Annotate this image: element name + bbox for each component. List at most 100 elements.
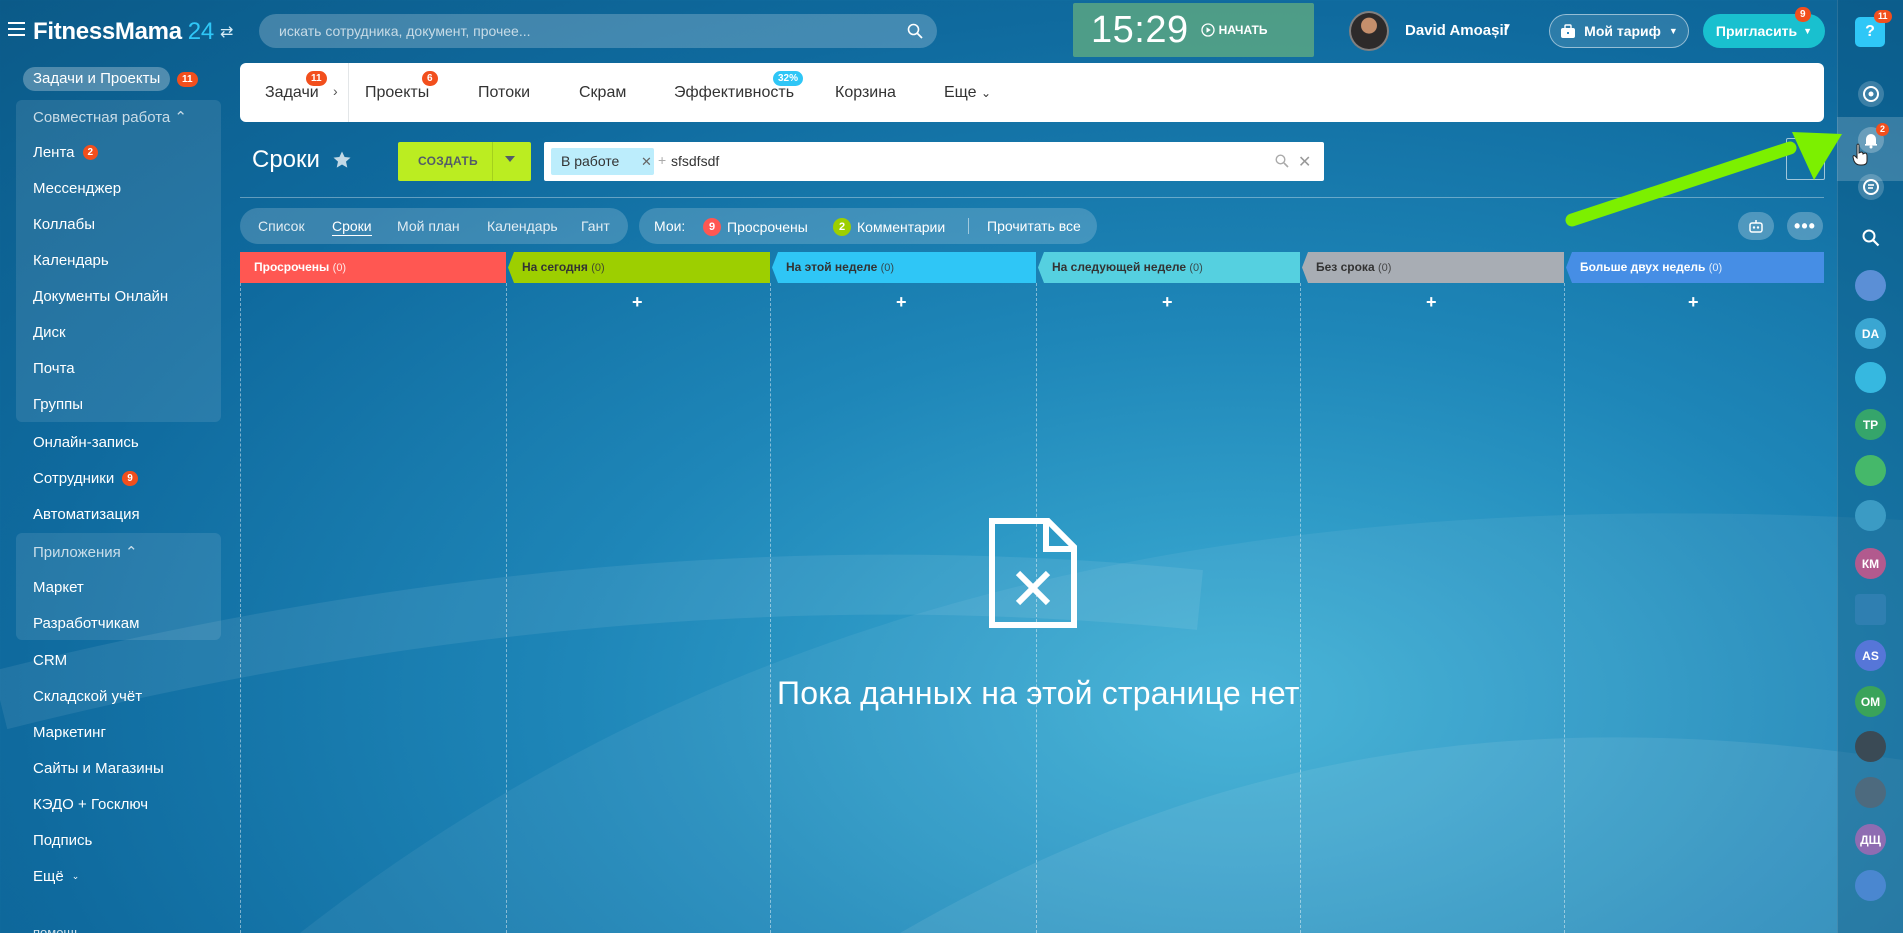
logo[interactable]: FitnessMama 24 [33, 18, 214, 46]
search-icon[interactable] [1862, 229, 1880, 247]
tab-more[interactable]: Еще ⌄ [944, 84, 991, 102]
chat-avatar[interactable] [1855, 777, 1886, 808]
sidebar-item-crm[interactable]: CRM [33, 652, 67, 669]
play-icon [1200, 23, 1215, 37]
sidebar-item-mail[interactable]: Почта [33, 360, 75, 377]
projects-tab-badge: 6 [422, 71, 438, 86]
chat-avatar[interactable] [1855, 731, 1886, 762]
chat-avatar[interactable] [1855, 270, 1886, 301]
dropdown-arrow-icon[interactable] [505, 156, 515, 164]
column-this-week[interactable]: На этой неделе (0) [772, 252, 1036, 283]
add-task-no-deadline-button[interactable]: + [1426, 292, 1437, 313]
sidebar-item-developers[interactable]: Разработчикам [33, 615, 139, 632]
column-overdue[interactable]: Просрочены (0) [240, 252, 506, 283]
global-search[interactable] [259, 14, 937, 48]
close-icon[interactable]: ✕ [641, 148, 652, 175]
chat-avatar[interactable]: ОМ [1855, 686, 1886, 717]
column-no-deadline[interactable]: Без срока (0) [1302, 252, 1564, 283]
tab-scrum[interactable]: Скрам [579, 84, 626, 102]
column-divider [506, 283, 507, 933]
sidebar-item-marketing[interactable]: Маркетинг [33, 724, 106, 741]
filter-search-box[interactable]: В работе ✕ + sfsdfsdf ✕ [544, 142, 1324, 181]
chevron-up-icon: ⌃ [124, 544, 138, 561]
activity-icon[interactable] [1856, 79, 1886, 109]
view-list[interactable]: Список [258, 218, 305, 234]
create-button[interactable]: СОЗДАТЬ [398, 142, 531, 181]
sidebar-item-collabs[interactable]: Коллабы [33, 216, 95, 233]
sidebar-help[interactable]: помощь [33, 925, 81, 933]
tasks-chat-avatar[interactable] [1855, 594, 1886, 625]
sidebar-item-sites-shops[interactable]: Сайты и Магазины [33, 760, 164, 777]
clear-icon[interactable]: ✕ [1298, 152, 1311, 172]
sidebar-item-feed[interactable]: Лента 2 [33, 144, 99, 161]
counters-label: Мои: [654, 218, 686, 234]
sidebar-item-tasks-projects[interactable]: Задачи и Проекты [23, 67, 171, 91]
add-icon[interactable]: + [658, 152, 666, 168]
counter-comments[interactable]: 2 Комментарии [833, 218, 945, 236]
tasks-top-navigation: Задачи 11 › Проекты 6 Потоки Скрам Эффек… [240, 63, 1824, 122]
chat-icon[interactable] [1856, 172, 1886, 202]
view-calendar[interactable]: Календарь [487, 218, 558, 234]
chat-avatar[interactable] [1855, 870, 1886, 901]
chat-avatar[interactable]: DA [1855, 318, 1886, 349]
chat-avatar[interactable]: КМ [1855, 548, 1886, 579]
tab-trash[interactable]: Корзина [835, 84, 896, 102]
sidebar-item-kedo[interactable]: КЭДО + Госключ [33, 796, 148, 813]
chat-avatar[interactable]: ДЩ [1855, 824, 1886, 855]
add-task-two-weeks-button[interactable]: + [1688, 292, 1699, 313]
tab-projects[interactable]: Проекты [365, 84, 429, 102]
column-next-week[interactable]: На следующей неделе (0) [1038, 252, 1300, 283]
empty-document-icon [989, 518, 1077, 628]
sidebar-item-online-booking[interactable]: Онлайн-запись [33, 434, 139, 451]
sidebar-item-employees[interactable]: Сотрудники 9 [33, 470, 138, 487]
bell-badge: 2 [1876, 123, 1890, 136]
search-icon[interactable] [907, 23, 923, 39]
timer-start-button[interactable]: НАЧАТЬ [1200, 23, 1267, 37]
read-all-button[interactable]: Прочитать все [987, 218, 1081, 234]
my-tariff-button[interactable]: Мой тариф ▼ [1549, 14, 1689, 48]
sidebar-item-calendar[interactable]: Календарь [33, 252, 109, 269]
view-deadlines[interactable]: Сроки [332, 218, 372, 236]
chevron-down-icon[interactable]: ▼ [1502, 22, 1512, 33]
tab-efficiency[interactable]: Эффективность [674, 84, 794, 102]
search-icon[interactable] [1275, 154, 1289, 168]
star-icon[interactable] [332, 150, 352, 170]
add-task-this-week-button[interactable]: + [896, 292, 907, 313]
empty-state-text: Пока данных на этой странице нет [777, 675, 1300, 711]
view-my-plan[interactable]: Мой план [397, 218, 460, 234]
sidebar-item-disk[interactable]: Диск [33, 324, 66, 341]
user-name[interactable]: David Amoașii [1405, 22, 1508, 39]
column-today[interactable]: На сегодня (0) [508, 252, 770, 283]
feed-badge: 2 [82, 145, 99, 160]
user-avatar[interactable] [1349, 11, 1389, 51]
sidebar-group-title-collab[interactable]: Совместная работа ⌃ [33, 108, 187, 126]
search-input[interactable] [279, 23, 895, 39]
sidebar-group-title-apps[interactable]: Приложения ⌃ [33, 543, 138, 561]
column-more-than-two-weeks[interactable]: Больше двух недель (0) [1566, 252, 1824, 283]
work-timer[interactable]: 15:29 НАЧАТЬ [1073, 3, 1314, 57]
add-task-next-week-button[interactable]: + [1162, 292, 1173, 313]
hamburger-menu-icon[interactable] [8, 22, 25, 36]
chat-avatar[interactable]: TP [1855, 409, 1886, 440]
filter-chip-in-progress[interactable]: В работе ✕ [551, 148, 654, 175]
filter-input[interactable]: sfsdfsdf [671, 153, 719, 169]
sidebar-item-more[interactable]: Ещё ⌄ [33, 868, 79, 885]
counter-overdue[interactable]: 9 Просрочены [703, 218, 808, 236]
sidebar-item-groups[interactable]: Группы [33, 396, 83, 413]
sidebar-item-market[interactable]: Маркет [33, 579, 84, 596]
tab-tasks[interactable]: Задачи [265, 84, 319, 102]
chat-avatar[interactable] [1855, 362, 1886, 393]
chat-avatar[interactable] [1855, 500, 1886, 531]
view-gantt[interactable]: Гант [581, 218, 610, 234]
settings-sliders-icon[interactable]: ⇄ [220, 22, 233, 42]
tab-flows[interactable]: Потоки [478, 84, 530, 102]
sidebar-item-inventory[interactable]: Складской учёт [33, 688, 142, 705]
add-task-today-button[interactable]: + [632, 292, 643, 313]
view-switcher: Список Сроки Мой план Календарь Гант [240, 208, 628, 244]
chat-avatar[interactable] [1855, 455, 1886, 486]
sidebar-item-signature[interactable]: Подпись [33, 832, 92, 849]
chat-avatar[interactable]: AS [1855, 640, 1886, 671]
sidebar-item-automation[interactable]: Автоматизация [33, 506, 140, 523]
sidebar-item-messenger[interactable]: Мессенджер [33, 180, 121, 197]
sidebar-item-docs-online[interactable]: Документы Онлайн [33, 288, 168, 305]
